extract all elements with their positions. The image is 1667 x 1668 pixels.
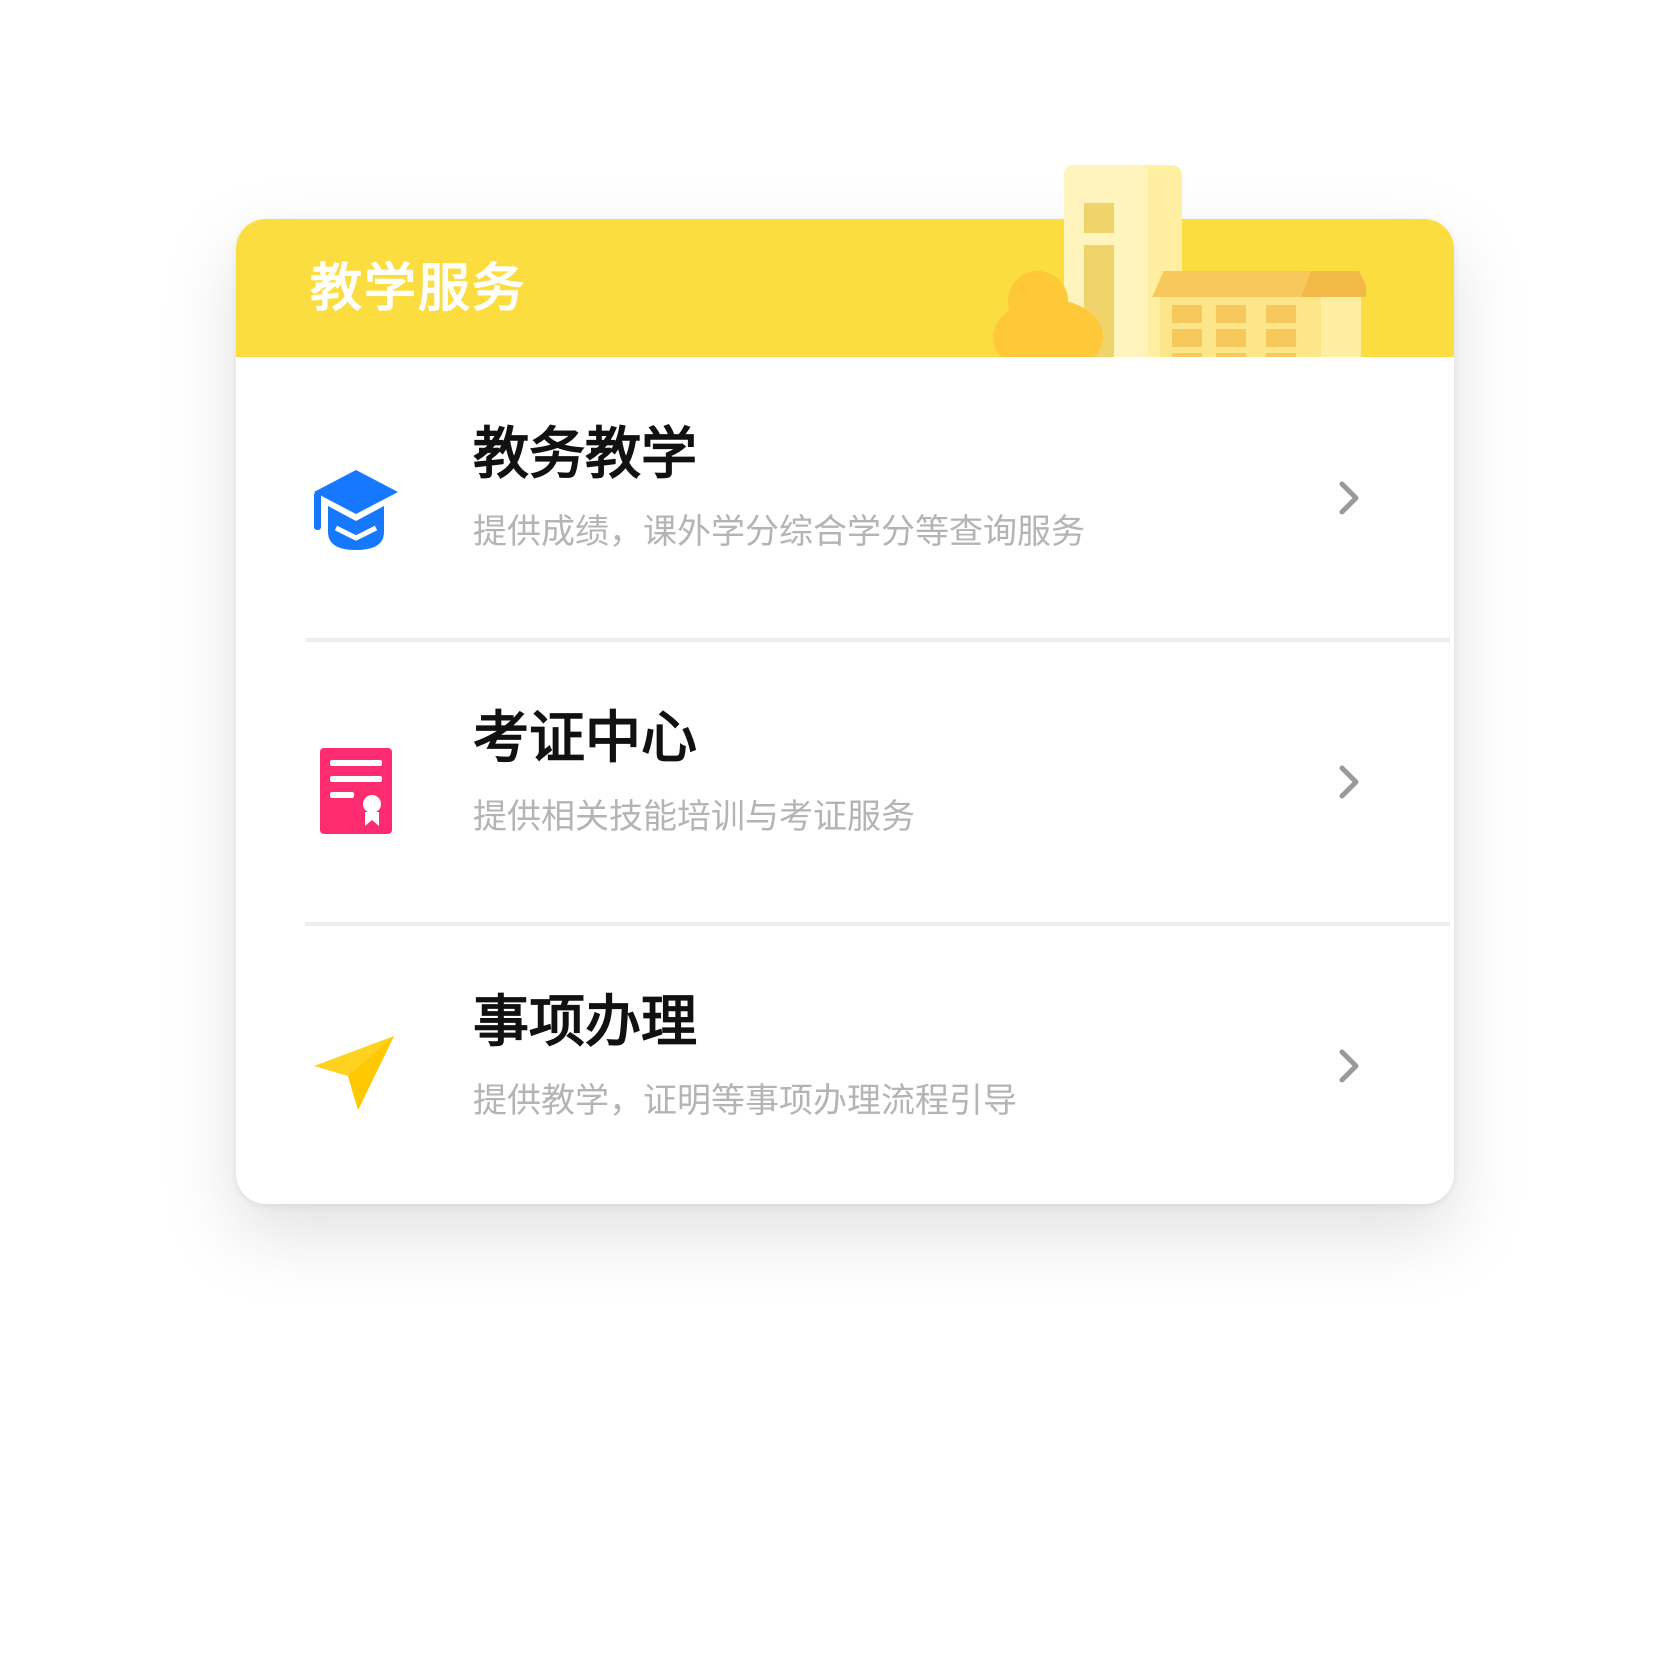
paper-plane-icon <box>314 1036 394 1110</box>
service-item-affairs-handling[interactable]: 事项办理 提供教学，证明等事项办理流程引导 <box>240 926 1450 1209</box>
campus-buildings-icon <box>993 165 1366 359</box>
service-item-title: 事项办理 <box>473 990 697 1055</box>
chevron-right-icon <box>1339 481 1359 515</box>
service-list: 教务教学 提供成绩，课外学分综合学分等查询服务 考证中心 提供相关技能培训与考证… <box>240 357 1450 1200</box>
chevron-right-icon <box>1339 1049 1359 1083</box>
chevron-right-icon <box>1339 765 1359 799</box>
service-item-title: 教务教学 <box>473 422 697 487</box>
card-title: 教学服务 <box>310 259 527 319</box>
service-item-description: 提供成绩，课外学分综合学分等查询服务 <box>473 512 1085 552</box>
service-item-description: 提供相关技能培训与考证服务 <box>473 797 915 837</box>
service-item-certification-center[interactable]: 考证中心 提供相关技能培训与考证服务 <box>240 642 1450 925</box>
teaching-services-card: 教学服务 教务教学 提供成绩，课外学分综合学分等查询服务 考证中心 提供相关技能… <box>236 165 1454 1204</box>
service-item-academic-affairs[interactable]: 教务教学 提供成绩，课外学分综合学分等查询服务 <box>240 357 1450 640</box>
graduation-cap-icon <box>314 470 398 550</box>
certificate-icon <box>320 748 392 834</box>
service-item-title: 考证中心 <box>473 706 697 771</box>
page: 教学服务 教务教学 提供成绩，课外学分综合学分等查询服务 考证中心 提供相关技能… <box>0 0 1667 1668</box>
service-item-description: 提供教学，证明等事项办理流程引导 <box>473 1081 1017 1121</box>
